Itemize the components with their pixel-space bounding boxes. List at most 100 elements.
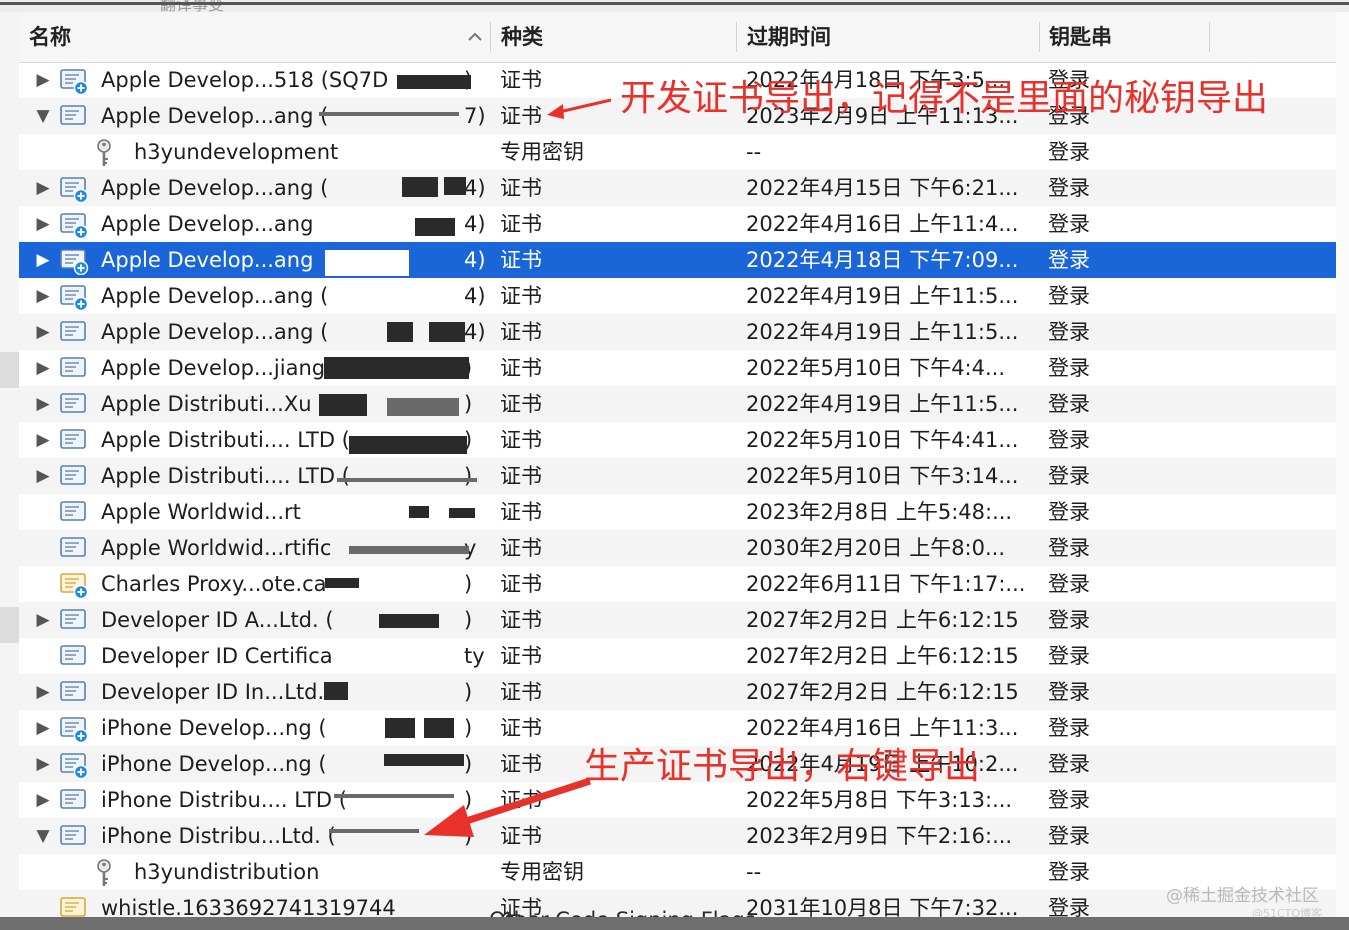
disclosure-collapsed-icon[interactable]: ▶ bbox=[34, 710, 52, 746]
arrow-icon bbox=[424, 777, 592, 837]
column-divider[interactable] bbox=[736, 22, 737, 52]
certificate-icon bbox=[60, 645, 86, 665]
row-keychain: 登录 bbox=[1048, 428, 1090, 452]
table-row[interactable]: ▶ Apple Distributi.... LTD () 证书 2022年5月10日… bbox=[19, 422, 1336, 458]
row-expires: 2022年4月15日 下午6:21... bbox=[746, 176, 1019, 200]
redaction-mark bbox=[387, 398, 459, 416]
column-header-expires[interactable]: 过期时间 bbox=[747, 12, 831, 62]
disclosure-collapsed-icon[interactable]: ▶ bbox=[34, 674, 52, 710]
disclosure-collapsed-icon[interactable]: ▶ bbox=[34, 386, 52, 422]
disclosure-collapsed-icon[interactable]: ▶ bbox=[34, 782, 52, 818]
row-kind: 证书 bbox=[500, 428, 542, 452]
disclosure-collapsed-icon[interactable]: ▶ bbox=[34, 314, 52, 350]
table-row[interactable]: Apple Worldwid...rt 证书 2023年2月8日 上午5:48:..… bbox=[19, 494, 1336, 530]
row-name-tail: 4) bbox=[464, 248, 486, 272]
certificate-plus-icon bbox=[60, 213, 89, 239]
table-row[interactable]: ▼iPhone Distribu...Ltd. ()证书2023年2月9日 下午… bbox=[19, 818, 1336, 854]
certificate-icon bbox=[60, 429, 86, 449]
row-name-tail: ) bbox=[464, 392, 473, 416]
table-row[interactable]: h3yundevelopment 专用密钥 -- 登录 bbox=[19, 134, 1336, 170]
certificate-icon bbox=[60, 681, 86, 701]
redaction-mark bbox=[324, 682, 348, 700]
table-row[interactable]: ▶ Apple Distributi.... LTD () 证书 2022年5月10日… bbox=[19, 458, 1336, 494]
row-name-tail: 4) bbox=[464, 176, 486, 200]
column-divider[interactable] bbox=[1209, 22, 1210, 52]
disclosure-collapsed-icon[interactable]: ▶ bbox=[34, 170, 52, 206]
disclosure-expanded-icon[interactable]: ▼ bbox=[34, 98, 52, 134]
certificate-plus-icon bbox=[60, 285, 89, 311]
table-row[interactable]: ▶ Apple Distributi...Xu () 证书 2022年4月19日 上午… bbox=[19, 386, 1336, 422]
table-row[interactable]: h3yundistribution 专用密钥 -- 登录 bbox=[19, 854, 1336, 890]
table-row[interactable]: Charles Proxy...ote.ca) 证书 2022年6月11日 下午1:… bbox=[19, 566, 1336, 602]
table-row[interactable]: Apple Worldwid...rtific y 证书 2030年2月20日 上午8… bbox=[19, 530, 1336, 566]
table-row[interactable]: ▶Apple Develop...jiang ()证书2022年5月10日 下午… bbox=[19, 350, 1336, 386]
redaction-mark bbox=[329, 829, 419, 833]
row-name: iPhone Develop...ng ( bbox=[101, 716, 327, 740]
row-expires: 2022年4月18日 下午7:09... bbox=[746, 248, 1019, 272]
disclosure-collapsed-icon[interactable]: ▶ bbox=[34, 62, 52, 98]
row-name-tail: ) bbox=[464, 608, 473, 632]
redaction-mark bbox=[444, 177, 466, 195]
disclosure-collapsed-icon[interactable]: ▶ bbox=[34, 278, 52, 314]
disclosure-collapsed-icon[interactable]: ▶ bbox=[34, 422, 52, 458]
row-name: h3yundevelopment bbox=[134, 140, 339, 164]
row-name: h3yundistribution bbox=[134, 860, 320, 884]
row-kind: 证书 bbox=[500, 680, 542, 704]
table-row[interactable]: ▶ Developer ID In...Ltd.) 证书 2027年2月2日 上午6:… bbox=[19, 674, 1336, 710]
disclosure-expanded-icon[interactable]: ▼ bbox=[34, 818, 52, 854]
window-edge bbox=[0, 2, 1349, 5]
redaction-mark bbox=[409, 506, 429, 518]
redaction-mark bbox=[402, 177, 438, 197]
disclosure-collapsed-icon[interactable]: ▶ bbox=[34, 242, 52, 278]
scrollbar-track[interactable] bbox=[1336, 12, 1349, 917]
table-row[interactable]: ▶ Apple Develop...ang (4) 证书 2022年4月15日 下午6… bbox=[19, 170, 1336, 206]
column-divider[interactable] bbox=[490, 22, 491, 52]
disclosure-collapsed-icon[interactable]: ▶ bbox=[34, 602, 52, 638]
row-kind: 证书 bbox=[500, 284, 542, 308]
column-divider[interactable] bbox=[1039, 22, 1040, 52]
annotation-dev-export: 开发证书导出，记得不是里面的秘钥导出 bbox=[620, 78, 1269, 119]
table-row[interactable]: ▶ Apple Develop...ang (4) 证书 2022年4月19日 上午1… bbox=[19, 278, 1336, 314]
row-expires: 2022年5月10日 下午3:14... bbox=[746, 464, 1019, 488]
row-expires: 2027年2月2日 上午6:12:15 bbox=[746, 608, 1019, 632]
row-kind: 证书 bbox=[500, 572, 542, 596]
redaction-mark bbox=[424, 718, 454, 738]
row-kind: 证书 bbox=[500, 500, 542, 524]
row-keychain: 登录 bbox=[1048, 356, 1090, 380]
row-expires: 2022年6月11日 下午1:17:... bbox=[746, 572, 1026, 596]
sidebar-item[interactable] bbox=[0, 352, 19, 388]
disclosure-collapsed-icon[interactable]: ▶ bbox=[34, 350, 52, 386]
table-row[interactable]: ▶ Apple Develop...ang (4) 证书 2022年4月19日 上午1… bbox=[19, 314, 1336, 350]
redaction-mark bbox=[337, 478, 477, 482]
row-keychain: 登录 bbox=[1048, 464, 1090, 488]
disclosure-collapsed-icon[interactable]: ▶ bbox=[34, 206, 52, 242]
row-name-tail: 4) bbox=[464, 320, 486, 344]
row-name: Developer ID In...Ltd. bbox=[101, 680, 325, 704]
column-header-name[interactable]: 名称 bbox=[29, 12, 71, 62]
chevron-up-icon[interactable] bbox=[467, 29, 483, 45]
table-row[interactable]: Developer ID Certifica ty 证书 2027年2月2日 上午6:… bbox=[19, 638, 1336, 674]
column-header-keychain[interactable]: 钥匙串 bbox=[1049, 12, 1112, 62]
key-icon bbox=[97, 859, 111, 886]
table-row[interactable]: ▶ Apple Develop...ang 4) 证书 2022年4月18日 下午7:0… bbox=[19, 242, 1336, 278]
disclosure-collapsed-icon[interactable]: ▶ bbox=[34, 458, 52, 494]
row-kind: 证书 bbox=[500, 464, 542, 488]
status-bar bbox=[0, 917, 1349, 930]
disclosure-collapsed-icon[interactable]: ▶ bbox=[34, 746, 52, 782]
redaction-mark bbox=[379, 614, 439, 628]
table-row[interactable]: ▶ Developer ID A...Ltd. () 证书 2027年2月2日 上午6… bbox=[19, 602, 1336, 638]
row-name: whistle.1633692741319744 bbox=[101, 896, 396, 917]
row-name-tail: ) bbox=[464, 464, 473, 488]
certificate-plus-icon bbox=[60, 69, 89, 95]
row-name: Apple Develop...ang ( bbox=[101, 104, 329, 128]
column-header-kind[interactable]: 种类 bbox=[501, 12, 543, 62]
row-keychain: 登录 bbox=[1048, 572, 1090, 596]
row-keychain: 登录 bbox=[1048, 212, 1090, 236]
table-row[interactable]: ▶ Apple Develop...ang 4) 证书 2022年4月16日 上午11:… bbox=[19, 206, 1336, 242]
row-expires: -- bbox=[746, 860, 762, 884]
row-kind: 专用密钥 bbox=[500, 140, 584, 164]
row-name: Apple Develop...ang bbox=[101, 248, 314, 272]
row-name-tail: ) bbox=[464, 716, 473, 740]
row-expires: 2023年2月8日 上午5:48:... bbox=[746, 500, 1013, 524]
sidebar-item[interactable] bbox=[0, 607, 19, 643]
